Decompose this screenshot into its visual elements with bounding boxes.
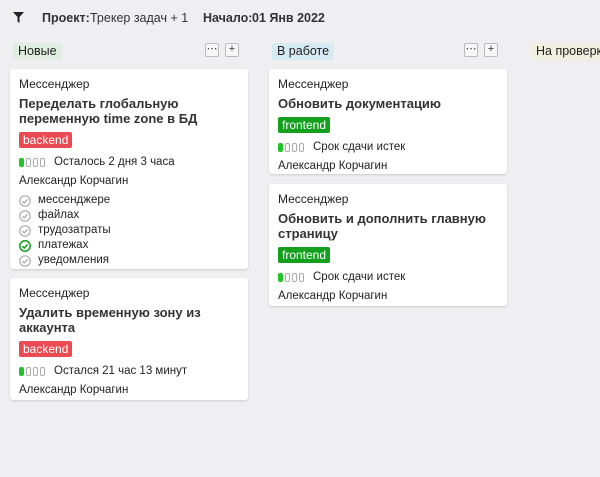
project-label: Проект: [42,11,90,25]
deadline-status: Остался 21 час 13 минут [19,364,239,378]
check-circle-icon [19,209,31,222]
progress-indicator [278,272,306,282]
column-title-review: На проверке [531,43,600,60]
top-bar: Проект: Трекер задач + 1 Начало: 01 Янв … [0,0,600,34]
task-card[interactable]: Мессенджер Удалить временную зону из акк… [10,278,248,400]
checklist-item-label: платежах [38,239,89,251]
checklist-item[interactable]: мессенджере [19,193,239,208]
tag-badge: backend [19,132,73,148]
column-new-more-button[interactable]: ⋯ [205,43,219,57]
checklist-item-label: мессенджере [38,194,111,206]
assignee: Александр Корчагин [278,160,388,172]
card-title[interactable]: Обновить и дополнить главную страницу [278,211,498,241]
checklist-item-label: трудозатраты [38,224,111,236]
deadline-text: Осталось 2 дня 3 часа [54,156,175,168]
start-date-value[interactable]: 01 Янв 2022 [252,11,325,25]
checklist-item[interactable]: файлах [19,208,239,223]
checklist: мессенджере файлах трудозатраты платежах… [19,193,239,268]
task-card[interactable]: Мессенджер Обновить документацию fronten… [269,69,507,174]
deadline-status: Срок сдачи истек [278,140,498,154]
assignee: Александр Корчагин [19,384,129,396]
card-project: Мессенджер [19,77,90,91]
tag-badge: backend [19,341,73,357]
check-circle-done-icon [19,239,31,252]
task-card[interactable]: Мессенджер Переделать глобальную перемен… [10,69,248,269]
checklist-item[interactable]: трудозатраты [19,223,239,238]
checklist-item-label: уведомления [38,254,109,266]
column-in-progress-add-button[interactable]: + [484,43,498,57]
column-title-new: Новые [13,43,62,60]
deadline-status: Срок сдачи истек [278,270,498,284]
filter-icon[interactable] [13,12,24,23]
tag-badge: frontend [278,247,331,263]
card-title[interactable]: Удалить временную зону из аккаунта [19,305,239,335]
start-date-label: Начало: [203,11,253,25]
card-title[interactable]: Переделать глобальную переменную time zo… [19,96,239,126]
deadline-text: Срок сдачи истек [313,141,406,153]
assignee: Александр Корчагин [19,175,129,187]
assignee: Александр Корчагин [278,290,388,302]
task-card[interactable]: Мессенджер Обновить и дополнить главную … [269,184,507,306]
progress-indicator [19,157,47,167]
check-circle-icon [19,254,31,267]
column-title-in-progress: В работе [272,43,335,60]
check-circle-icon [19,224,31,237]
check-circle-icon [19,194,31,207]
card-project: Мессенджер [278,77,349,91]
column-in-progress-more-button[interactable]: ⋯ [464,43,478,57]
deadline-status: Осталось 2 дня 3 часа [19,155,239,169]
card-title[interactable]: Обновить документацию [278,96,498,111]
progress-indicator [19,366,47,376]
checklist-item[interactable]: уведомления [19,253,239,268]
column-new-add-button[interactable]: + [225,43,239,57]
project-selector[interactable]: Трекер задач + 1 [90,11,188,25]
progress-indicator [278,142,306,152]
deadline-text: Остался 21 час 13 минут [54,365,188,377]
checklist-item-label: файлах [38,209,80,221]
checklist-item[interactable]: платежах [19,238,239,253]
card-project: Мессенджер [278,192,349,206]
deadline-text: Срок сдачи истек [313,271,406,283]
tag-badge: frontend [278,117,331,133]
card-project: Мессенджер [19,286,90,300]
